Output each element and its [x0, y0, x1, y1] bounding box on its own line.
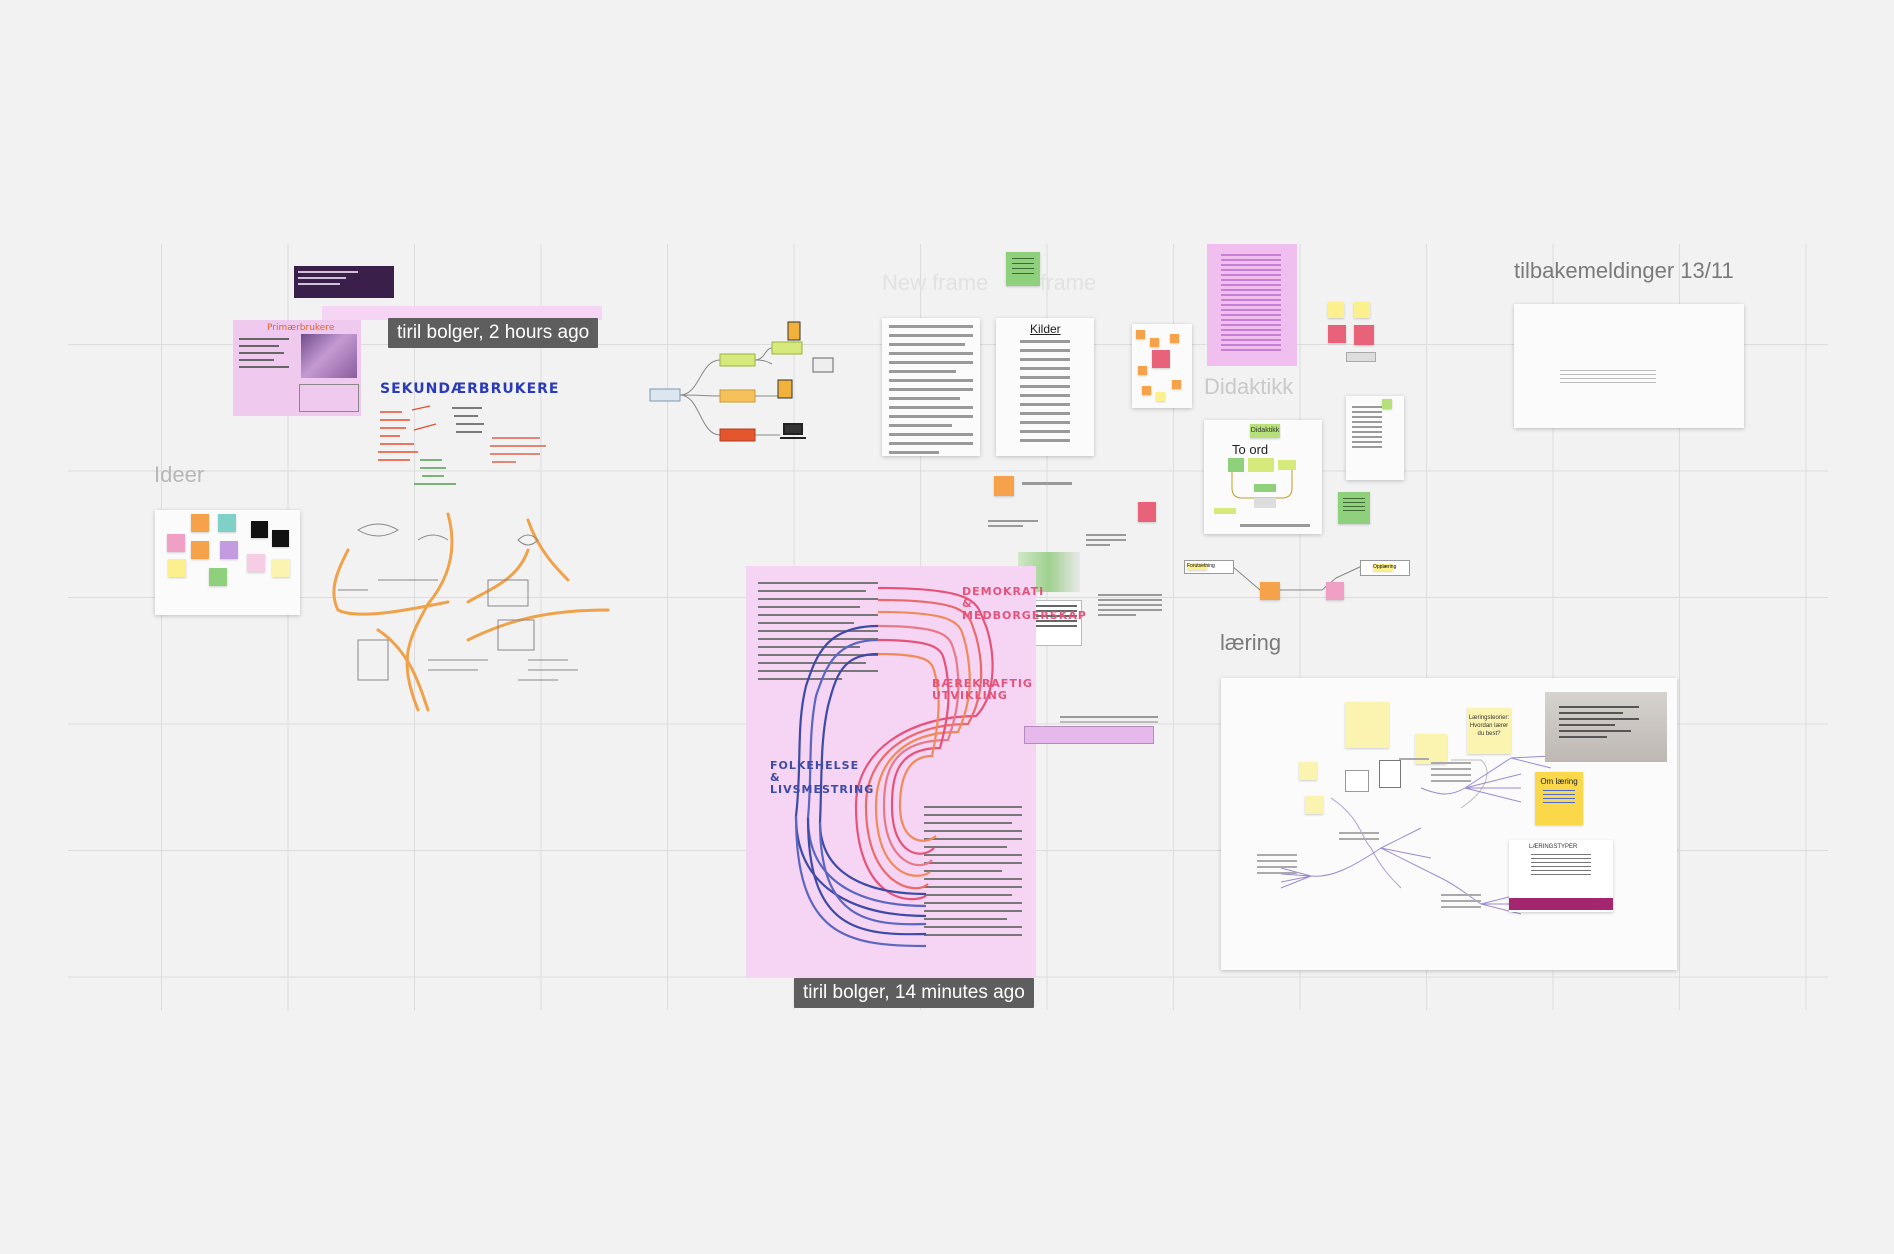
frame-title-ideer[interactable]: Ideer: [154, 462, 204, 488]
frame-title-laering[interactable]: læring: [1220, 630, 1281, 656]
to-ord-card[interactable]: Didaktikk To ord: [1204, 420, 1322, 534]
sticky-note-red[interactable]: [1138, 502, 1156, 522]
text-card[interactable]: [1346, 396, 1404, 480]
sticky-note[interactable]: [167, 534, 185, 552]
didaktikk-sticky: Didaktikk: [1250, 424, 1280, 438]
flow-diagram: [649, 321, 834, 442]
tilbakemeldinger-frame[interactable]: [1514, 304, 1744, 428]
sticky-note[interactable]: [1305, 796, 1323, 814]
sticky-note[interactable]: [247, 554, 265, 572]
forutsetning-box[interactable]: Forutsetning: [1184, 560, 1234, 574]
kilder-title: Kilder: [1030, 322, 1061, 336]
mini-table: [299, 384, 359, 412]
sticky-note[interactable]: [1299, 762, 1317, 780]
sticky-note-orange[interactable]: [1260, 582, 1280, 600]
baerekraftig-label: BÆREKRAFTIG UTVIKLING: [932, 677, 1033, 702]
cursor-label-tiril-top: tiril bolger, 2 hours ago: [388, 318, 599, 348]
small-note[interactable]: [1346, 352, 1376, 362]
sticky-note[interactable]: [191, 541, 209, 559]
handwritten-notes: [378, 405, 546, 485]
frame-title-new-frame[interactable]: New frame: [882, 270, 988, 296]
opplaring-label: Opplæring: [1373, 564, 1397, 571]
frame-title-frame[interactable]: frame: [1040, 270, 1096, 296]
sticky-note[interactable]: [1328, 302, 1344, 318]
sticky-note-orange[interactable]: [994, 476, 1014, 496]
primary-users-card[interactable]: Primærbrukere: [233, 320, 361, 416]
sticky-note-green[interactable]: [1338, 492, 1370, 524]
laeringsteori-label: Læringsteorier: Hvordan lærer du best?: [1468, 715, 1510, 737]
folkehelse-label: FOLKEHELSE & LIVSMESTRING: [770, 759, 875, 796]
pink-poster-frame[interactable]: DEMOKRATI & MEDBORGERSKAP BÆREKRAFTIG UT…: [746, 566, 1086, 978]
kilder-card[interactable]: Kilder: [996, 318, 1094, 456]
sticky-note[interactable]: [1345, 702, 1389, 748]
sticky-note[interactable]: [191, 514, 209, 532]
sticky-note[interactable]: [220, 541, 238, 559]
demokrati-label: DEMOKRATI & MEDBORGERSKAP: [962, 585, 1087, 622]
cursor-label-tiril-bottom: tiril bolger, 14 minutes ago: [794, 978, 1034, 1008]
document-card[interactable]: [882, 318, 980, 456]
sticky-note[interactable]: [1328, 325, 1346, 343]
sekundaer-label: SEKUNDÆRBRUKERE: [380, 381, 560, 397]
sticky-note[interactable]: [251, 521, 268, 538]
laeringsteori-sticky[interactable]: Læringsteorier: Hvordan lærer du best?: [1467, 708, 1511, 754]
frame-title-tilbakemeldinger[interactable]: tilbakemeldinger 13/11: [1514, 258, 1734, 284]
purple-bar[interactable]: [1024, 726, 1154, 744]
photo-notes[interactable]: [1545, 692, 1667, 762]
primaer-label: Primærbrukere: [267, 323, 335, 333]
dark-note[interactable]: [294, 266, 394, 298]
frame-title-didaktikk[interactable]: Didaktikk: [1204, 374, 1293, 400]
small-card[interactable]: [1379, 760, 1401, 788]
small-card[interactable]: [1345, 770, 1369, 792]
ideer-frame[interactable]: [155, 510, 300, 615]
sketch-drawing: [332, 512, 610, 712]
opplaring-box[interactable]: Opplæring: [1360, 560, 1410, 576]
sticky-note[interactable]: [218, 514, 236, 532]
sticky-note[interactable]: [1354, 325, 1374, 345]
om-laering-sticky[interactable]: Om læring: [1535, 772, 1583, 825]
laeringsstyrer-card[interactable]: LÆRINGSTYPER: [1509, 840, 1613, 912]
sticky-note[interactable]: [209, 568, 227, 586]
purple-document[interactable]: [1207, 244, 1297, 366]
sticky-note-green[interactable]: [1006, 252, 1040, 286]
laeringsstyrer-label: LÆRINGSTYPER: [1529, 844, 1578, 850]
sticky-note[interactable]: [168, 559, 186, 577]
om-laering-label: Om læring: [1540, 777, 1578, 786]
sticky-note[interactable]: [272, 559, 290, 577]
sticky-note[interactable]: [1354, 302, 1370, 318]
sticky-note[interactable]: [272, 530, 289, 547]
sticky-note-pink[interactable]: [1326, 582, 1344, 600]
cluster-card[interactable]: [1132, 324, 1192, 408]
forutsetning-label: Forutsetning: [1187, 563, 1215, 570]
to-ord-title: To ord: [1232, 442, 1269, 457]
laering-frame[interactable]: Læringsteorier: Hvordan lærer du best? O…: [1221, 678, 1677, 970]
photo-collage: [301, 334, 357, 378]
